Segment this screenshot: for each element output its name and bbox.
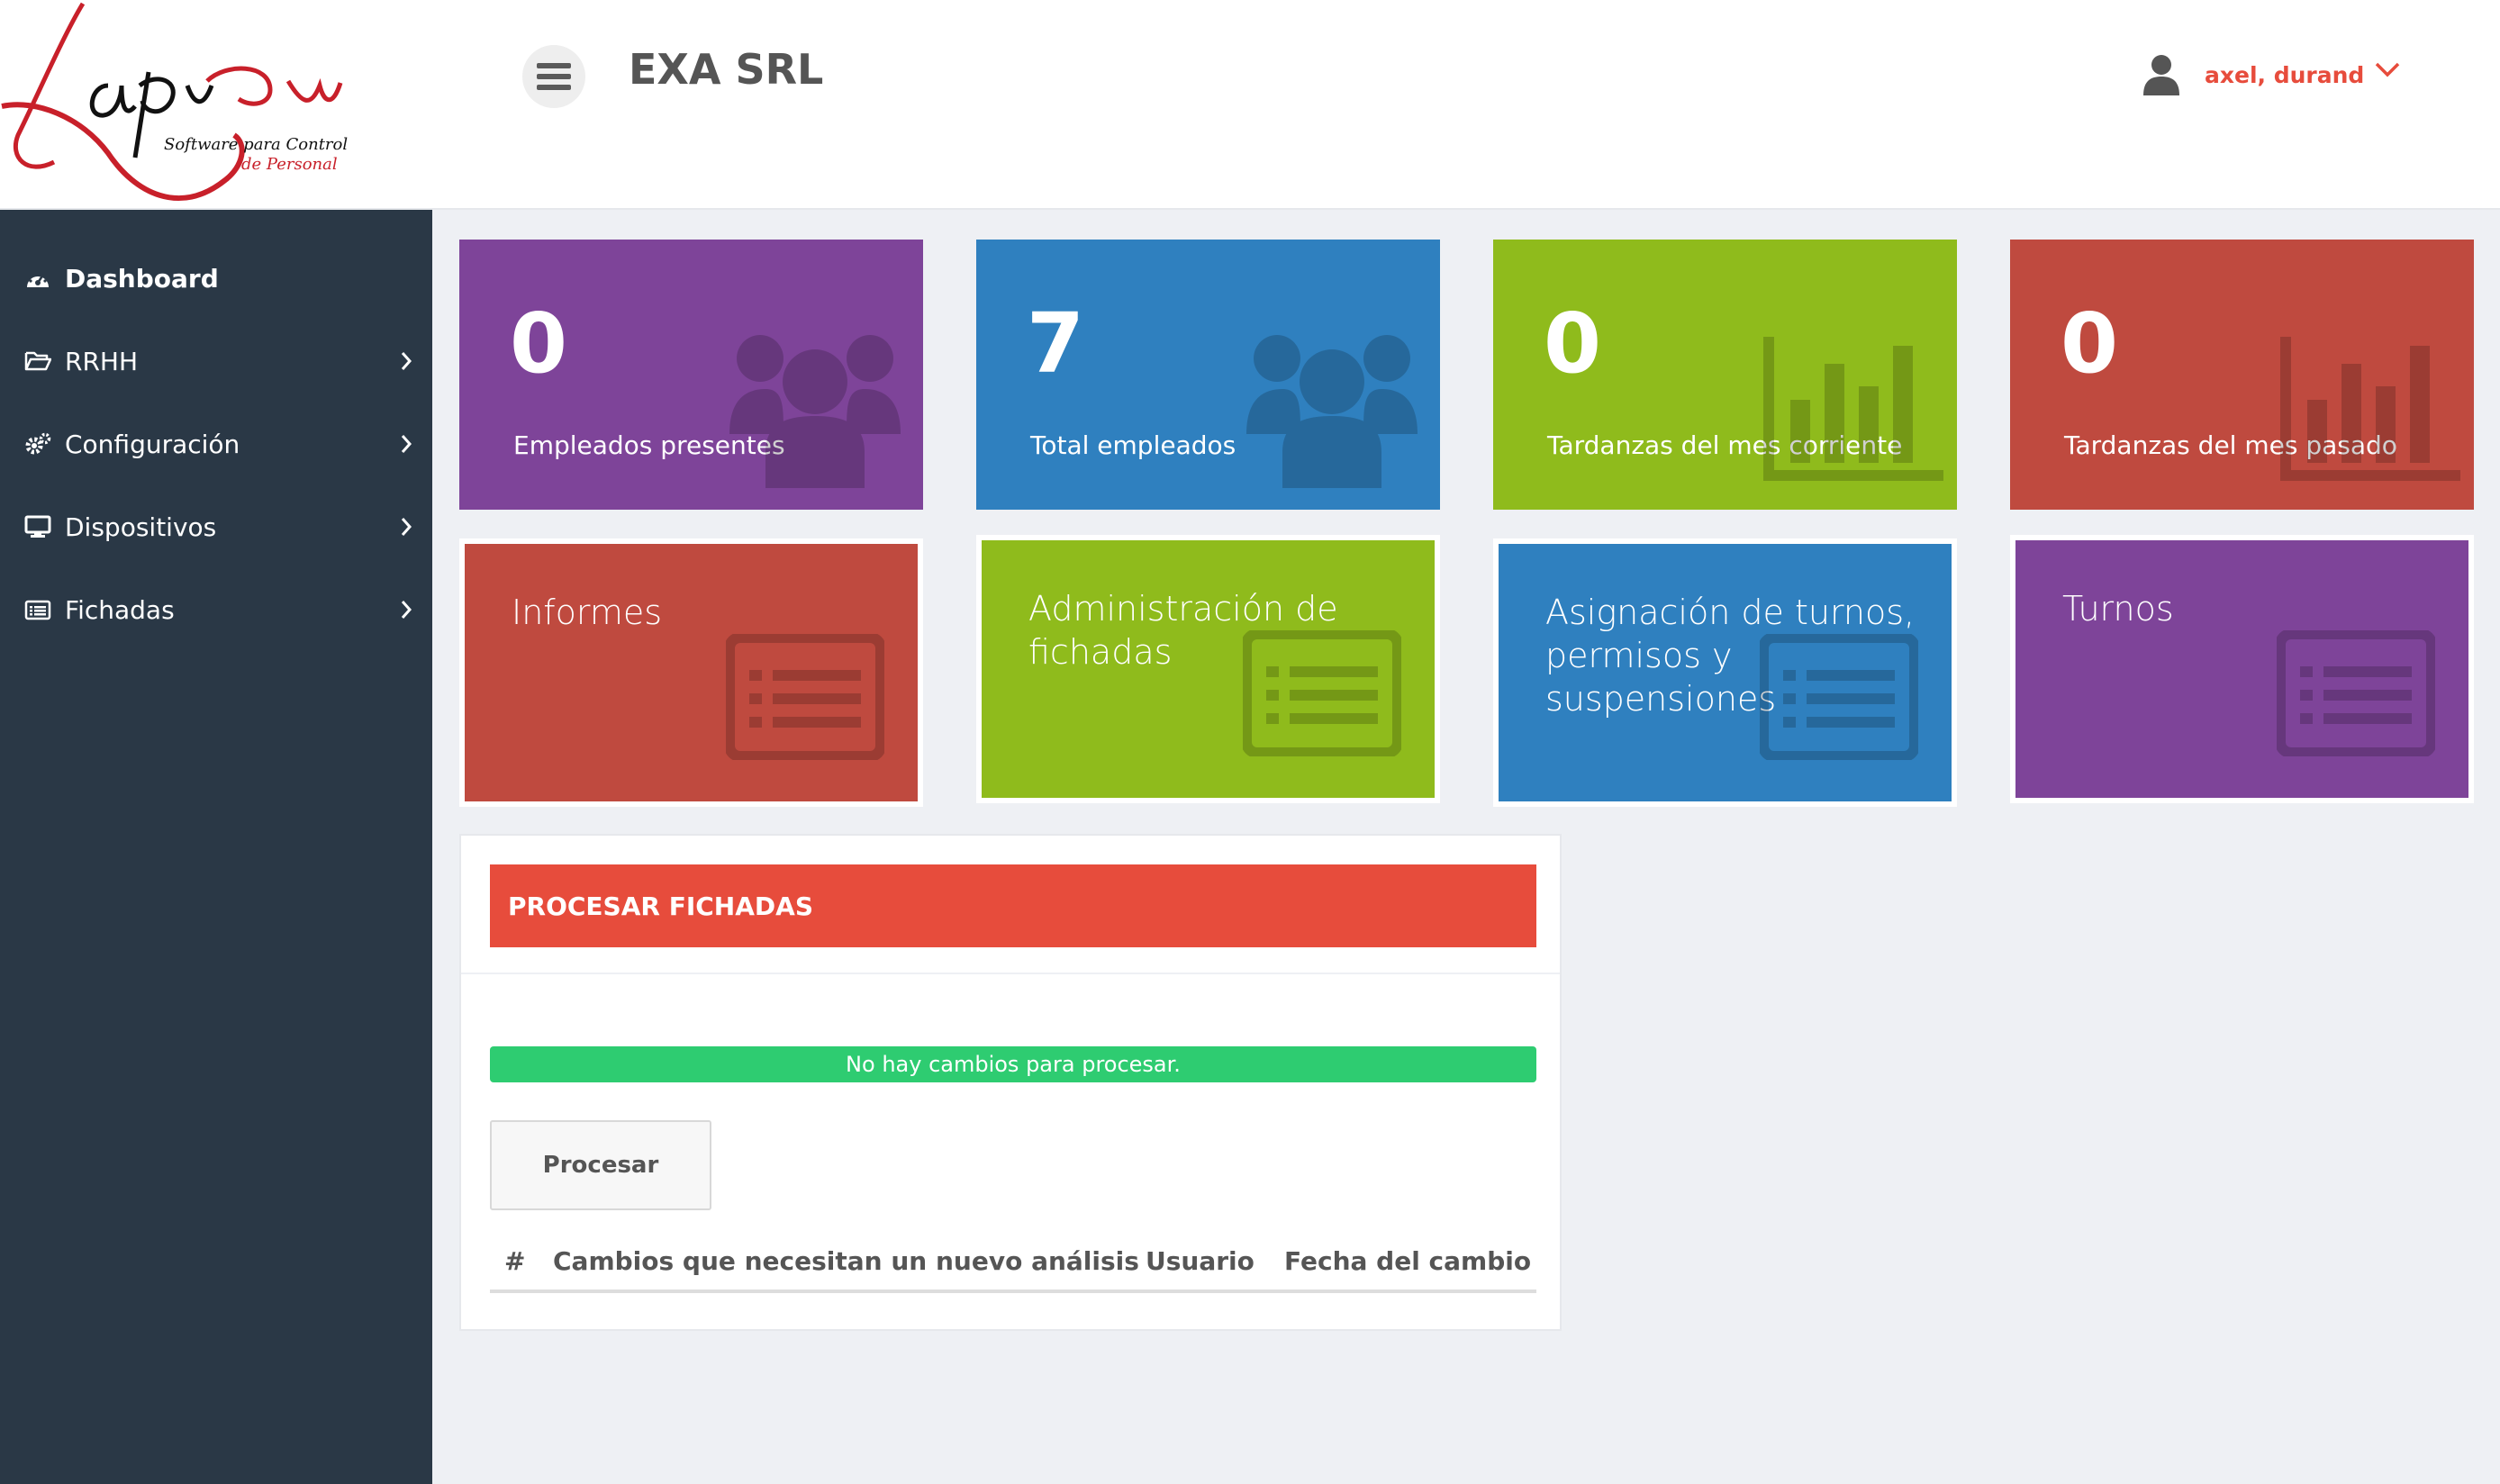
company-title: EXA SRL [629,45,824,94]
stat-value: 7 [1027,295,1085,392]
sidebar-item-fichadas[interactable]: Fichadas [0,568,432,651]
user-menu[interactable]: axel, durand [2143,54,2400,95]
chevron-right-icon [401,601,412,619]
list-alt-icon [1760,634,1918,760]
procesar-button[interactable]: Procesar [490,1120,711,1210]
tile-label: Informes [512,593,663,632]
sidebar-item-dashboard[interactable]: Dashboard [0,237,432,320]
stat-value: 0 [1544,295,1602,392]
stat-tile-empleados-presentes[interactable]: 0 Empleados presentes [459,240,923,510]
gears-icon [23,431,52,457]
procesar-fichadas-panel: PROCESAR FICHADAS No hay cambios para pr… [459,834,1562,1331]
logo-tagline-1: Software para Control [164,135,348,154]
list-alt-icon [23,597,52,622]
column-header-cambios[interactable]: Cambios que necesitan un nuevo análisis [553,1246,1139,1276]
tile-turnos[interactable]: Turnos [2010,535,2474,803]
lapsus-logo[interactable]: Software para Control de Personal [0,0,432,210]
tile-informes[interactable]: Informes [459,538,923,807]
tile-label: Turnos [2062,589,2174,629]
changes-table-header: # Cambios que necesitan un nuevo análisi… [490,1241,1536,1293]
status-alert: No hay cambios para procesar. [490,1046,1536,1082]
sidebar-item-dispositivos[interactable]: Dispositivos [0,485,432,568]
stat-tile-total-empleados[interactable]: 7 Total empleados [976,240,1440,510]
stat-tile-tardanzas-mes-corriente[interactable]: 0 Tardanzas del mes corriente [1493,240,1957,510]
chevron-right-icon [401,435,412,453]
stat-tile-tardanzas-mes-pasado[interactable]: 0 Tardanzas del mes pasado [2010,240,2474,510]
users-icon [1246,335,1418,488]
top-header: Software para Control de Personal EXA SR… [0,0,2500,210]
column-header-index[interactable]: # [504,1246,525,1276]
logo-tagline-2: de Personal [241,155,338,174]
list-alt-icon [726,634,884,760]
stat-label: Total empleados [1030,430,1236,460]
desktop-icon [23,514,52,539]
folder-open-icon [23,348,52,374]
sidebar-item-label: RRHH [65,346,139,376]
sidebar-item-label: Dispositivos [65,511,217,542]
sidebar-item-label: Fichadas [65,594,175,625]
sidebar-item-rrhh[interactable]: RRHH [0,320,432,403]
bar-chart-icon [1763,337,1943,481]
column-header-fecha[interactable]: Fecha del cambio [1284,1246,1531,1276]
stat-value: 0 [2061,295,2119,392]
list-alt-icon [2277,630,2435,756]
chevron-down-icon [2376,62,2400,77]
user-name: axel, durand [2205,61,2365,88]
sidebar: Dashboard RRHH Configuración Dispositivo… [0,210,432,1484]
sidebar-item-label: Dashboard [65,263,219,294]
users-icon [729,335,901,488]
tile-asignacion-turnos[interactable]: Asignación de turnos, permisos y suspens… [1493,538,1957,807]
column-header-usuario[interactable]: Usuario [1146,1246,1255,1276]
chevron-right-icon [401,352,412,370]
bar-chart-icon [2280,337,2460,481]
sidebar-item-configuracion[interactable]: Configuración [0,403,432,485]
dashboard-icon [23,266,52,291]
sidebar-item-label: Configuración [65,429,240,459]
chevron-right-icon [401,518,412,536]
panel-title: PROCESAR FICHADAS [490,864,1536,947]
stat-value: 0 [510,295,568,392]
tile-administracion-fichadas[interactable]: Administración de fichadas [976,535,1440,803]
list-alt-icon [1243,630,1401,756]
hamburger-menu-button[interactable] [522,45,585,108]
user-icon [2143,55,2179,95]
panel-divider [461,973,1560,974]
hamburger-icon [537,63,571,90]
